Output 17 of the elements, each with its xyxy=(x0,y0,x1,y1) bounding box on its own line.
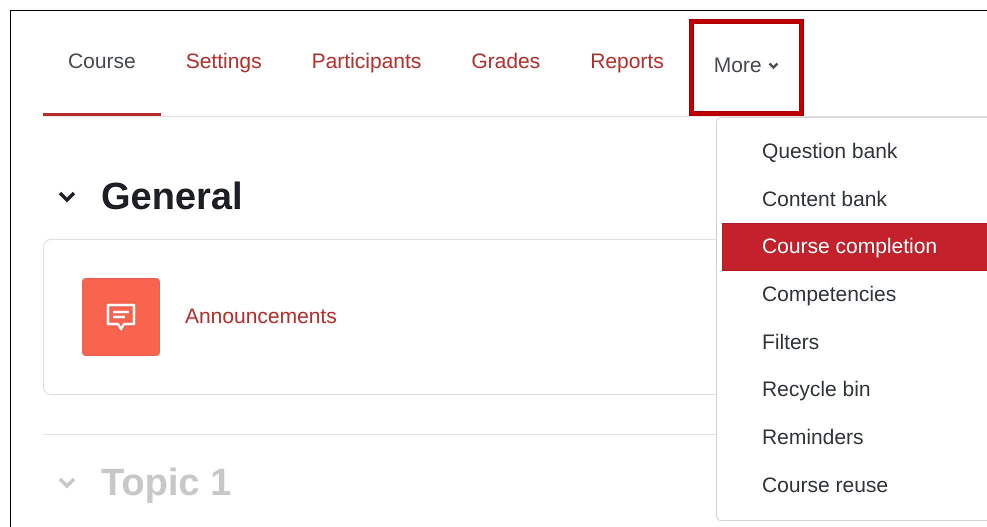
chevron-icon[interactable] xyxy=(57,190,77,204)
activity-link[interactable]: Announcements xyxy=(185,305,337,329)
menu-item[interactable]: Filters xyxy=(722,318,987,366)
nav-tab[interactable]: Reports xyxy=(565,11,689,116)
menu-item[interactable]: Reminders xyxy=(722,414,987,462)
nav-tab[interactable]: Participants xyxy=(286,11,446,116)
menu-item[interactable]: Recycle bin xyxy=(722,366,987,414)
section-title: General xyxy=(101,176,243,218)
nav-tab[interactable]: Settings xyxy=(160,11,287,116)
menu-item[interactable]: Competencies xyxy=(722,271,987,319)
menu-item[interactable]: Question bank xyxy=(722,128,987,176)
nav-tab[interactable]: More xyxy=(688,19,804,116)
nav-tab[interactable]: Grades xyxy=(446,11,566,116)
menu-item[interactable]: Course reuse xyxy=(722,462,987,510)
nav-tab[interactable]: Course xyxy=(43,11,161,116)
menu-item[interactable]: Course completion xyxy=(722,223,987,272)
menu-item[interactable]: Content bank xyxy=(722,176,987,224)
